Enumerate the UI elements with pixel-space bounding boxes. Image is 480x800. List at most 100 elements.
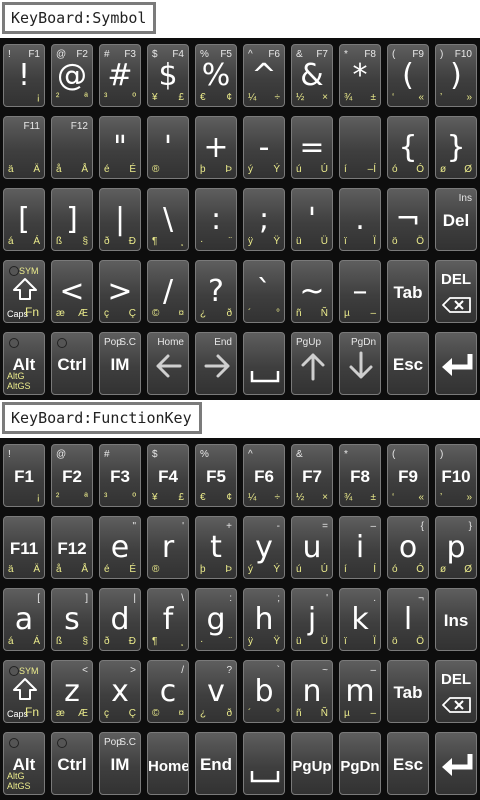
function-key-f1[interactable]: ! ¡ F1 (3, 444, 45, 507)
symbol-key-symbol-1-5[interactable]: ýÝ- (243, 116, 285, 179)
function-key-t[interactable]: + þ Þt (195, 516, 237, 579)
symbol-key-symbol-3-4[interactable]: ¿ ð? (195, 260, 237, 323)
function-key-alt[interactable]: Alt AltG AltGS (3, 732, 45, 795)
symbol-key-symbol-3-5[interactable]: ´ ° ` (243, 260, 285, 323)
symbol-key-ctrl[interactable]: Ctrl (51, 332, 93, 395)
symbol-key-symbol-0-9[interactable]: ) F10’») (435, 44, 477, 107)
function-key-z[interactable]: < æ Æz (51, 660, 93, 723)
symbol-key-del[interactable]: Ins Del (435, 188, 477, 251)
function-key-f3[interactable]: # ³ º F3 (99, 444, 141, 507)
function-key-ctrl[interactable]: Ctrl (51, 732, 93, 795)
function-key-v[interactable]: ? ¿ ð v (195, 660, 237, 723)
symbol-key-symbol-2-2[interactable]: ð Ð | (99, 188, 141, 251)
function-key-k[interactable]: .ïÏk (339, 588, 381, 651)
symbol-key-symbol-3-7[interactable]: µ – – (339, 260, 381, 323)
symbol-key-symbol-1-4[interactable]: þ Þ + (195, 116, 237, 179)
symbol-key-symbol-2-3[interactable]: ¶ ¸ \ (147, 188, 189, 251)
function-key-tab[interactable]: Tab (387, 660, 429, 723)
function-key-s[interactable]: ] ß § s (51, 588, 93, 651)
function-key-f7[interactable]: & ½ × F7 (291, 444, 333, 507)
symbol-key-symbol-3-1[interactable]: æ Æ < (51, 260, 93, 323)
function-key-f9[interactable]: (‘ «F9 (387, 444, 429, 507)
symbol-key-symbol-3-2[interactable]: ç Ç > (99, 260, 141, 323)
symbol-key-symbol-0-4[interactable]: % F5 € ¢% (195, 44, 237, 107)
symbol-key-symbol-0-0[interactable]: ! F1 ¡! (3, 44, 45, 107)
symbol-key-arrowright[interactable]: End (195, 332, 237, 395)
function-key-p[interactable]: } ø Øp (435, 516, 477, 579)
function-key-del[interactable]: DEL (435, 660, 477, 723)
symbol-key-symbol-2-5[interactable]: ÿ Ÿ; (243, 188, 285, 251)
function-key-f2[interactable]: @ ² ª F2 (51, 444, 93, 507)
symbol-key-symbol-0-7[interactable]: * F8 ¾ ± * (339, 44, 381, 107)
symbol-key-arrowup[interactable]: PgUp (291, 332, 333, 395)
symbol-key-symbol-0-2[interactable]: # F3 ³ º # (99, 44, 141, 107)
function-key-enter[interactable] (435, 732, 477, 795)
function-key-c[interactable]: / © ¤ c (147, 660, 189, 723)
symbol-key-symbol-3-6[interactable]: ñ Ñ ~ (291, 260, 333, 323)
function-key-r[interactable]: ' ® r (147, 516, 189, 579)
function-key-y[interactable]: -ýÝy (243, 516, 285, 579)
function-key-f8[interactable]: * ¾ ± F8 (339, 444, 381, 507)
function-key-g[interactable]: : · ¨ g (195, 588, 237, 651)
symbol-key-symbol-3-3[interactable]: © ¤ / (147, 260, 189, 323)
symbol-key-symbol-0-8[interactable]: (F9 ‘«( (387, 44, 429, 107)
function-key-f12[interactable]: å Å F12 (51, 516, 93, 579)
function-key-esc[interactable]: Esc (387, 732, 429, 795)
function-key-n[interactable]: ~ ñ Ñn (291, 660, 333, 723)
symbol-key-arrowdown[interactable]: PgDn (339, 332, 381, 395)
function-key-pgdn[interactable]: PgDn (339, 732, 381, 795)
symbol-key-space[interactable] (243, 332, 285, 395)
symbol-key-blank[interactable]: F12 å Å (51, 116, 93, 179)
symbol-key-shift[interactable]: SYM Caps Fn (3, 260, 45, 323)
function-key-d[interactable]: | ð Ðd (99, 588, 141, 651)
function-key-b[interactable]: ` ´ ° b (243, 660, 285, 723)
symbol-key-symbol-2-4[interactable]: · ¨: (195, 188, 237, 251)
function-key-x[interactable]: > ç Çx (99, 660, 141, 723)
function-key-o[interactable]: {ó Óo (387, 516, 429, 579)
function-key-f[interactable]: \ ¶ ¸ f (147, 588, 189, 651)
symbol-key-symbol-0-5[interactable]: ^ F6 ¼ ÷ ^ (243, 44, 285, 107)
symbol-key-symbol-0-6[interactable]: & F7 ½ × & (291, 44, 333, 107)
symbol-key-symbol-1-2[interactable]: é É " (99, 116, 141, 179)
symbol-key-arrowleft[interactable]: Home (147, 332, 189, 395)
symbol-key-symbol-2-1[interactable]: ß §] (51, 188, 93, 251)
function-key-pgup[interactable]: PgUp (291, 732, 333, 795)
function-key-i[interactable]: – í Íi (339, 516, 381, 579)
symbol-key-symbol-2-0[interactable]: á Á[ (3, 188, 45, 251)
symbol-key-tab[interactable]: Tab (387, 260, 429, 323)
symbol-key-alt[interactable]: Alt AltG AltGS (3, 332, 45, 395)
symbol-key-symbol-2-7[interactable]: ïÏ. (339, 188, 381, 251)
function-key-home[interactable]: Home (147, 732, 189, 795)
symbol-key-blank[interactable]: í –Í (339, 116, 381, 179)
symbol-key-symbol-2-8[interactable]: ö Ö ¬ (387, 188, 429, 251)
symbol-key-del[interactable]: DEL (435, 260, 477, 323)
symbol-key-esc[interactable]: Esc (387, 332, 429, 395)
function-key-h[interactable]: ; ÿ Ÿh (243, 588, 285, 651)
symbol-key-blank[interactable]: F11 ä Ä (3, 116, 45, 179)
symbol-key-symbol-1-6[interactable]: ú Ú = (291, 116, 333, 179)
function-key-f10[interactable]: ) ’ » F10 (435, 444, 477, 507)
symbol-key-enter[interactable] (435, 332, 477, 395)
function-key-space[interactable] (243, 732, 285, 795)
symbol-key-symbol-0-3[interactable]: $ F4 ¥ £ $ (147, 44, 189, 107)
function-key-l[interactable]: ¬ ö Öl (387, 588, 429, 651)
function-key-e[interactable]: " é Ée (99, 516, 141, 579)
function-key-end[interactable]: End (195, 732, 237, 795)
function-key-m[interactable]: – µ – m (339, 660, 381, 723)
symbol-key-im[interactable]: Pop S.C IM (99, 332, 141, 395)
function-key-ins[interactable]: Ins (435, 588, 477, 651)
function-key-j[interactable]: ' ü Üj (291, 588, 333, 651)
function-key-im[interactable]: Pop S.C IM (99, 732, 141, 795)
symbol-key-symbol-1-8[interactable]: ó Ó{ (387, 116, 429, 179)
function-key-f5[interactable]: % € ¢ F5 (195, 444, 237, 507)
function-key-u[interactable]: = ú Úu (291, 516, 333, 579)
symbol-key-symbol-0-1[interactable]: @ F2 ² ª @ (51, 44, 93, 107)
function-key-f4[interactable]: $ ¥ £ F4 (147, 444, 189, 507)
function-key-shift[interactable]: SYM Caps Fn (3, 660, 45, 723)
symbol-key-symbol-1-9[interactable]: ø Ø} (435, 116, 477, 179)
symbol-key-symbol-1-3[interactable]: ® ' (147, 116, 189, 179)
function-key-f11[interactable]: ä Ä F11 (3, 516, 45, 579)
function-key-a[interactable]: [á Áa (3, 588, 45, 651)
function-key-f6[interactable]: ^ ¼ ÷ F6 (243, 444, 285, 507)
symbol-key-symbol-2-6[interactable]: ü Ü ' (291, 188, 333, 251)
